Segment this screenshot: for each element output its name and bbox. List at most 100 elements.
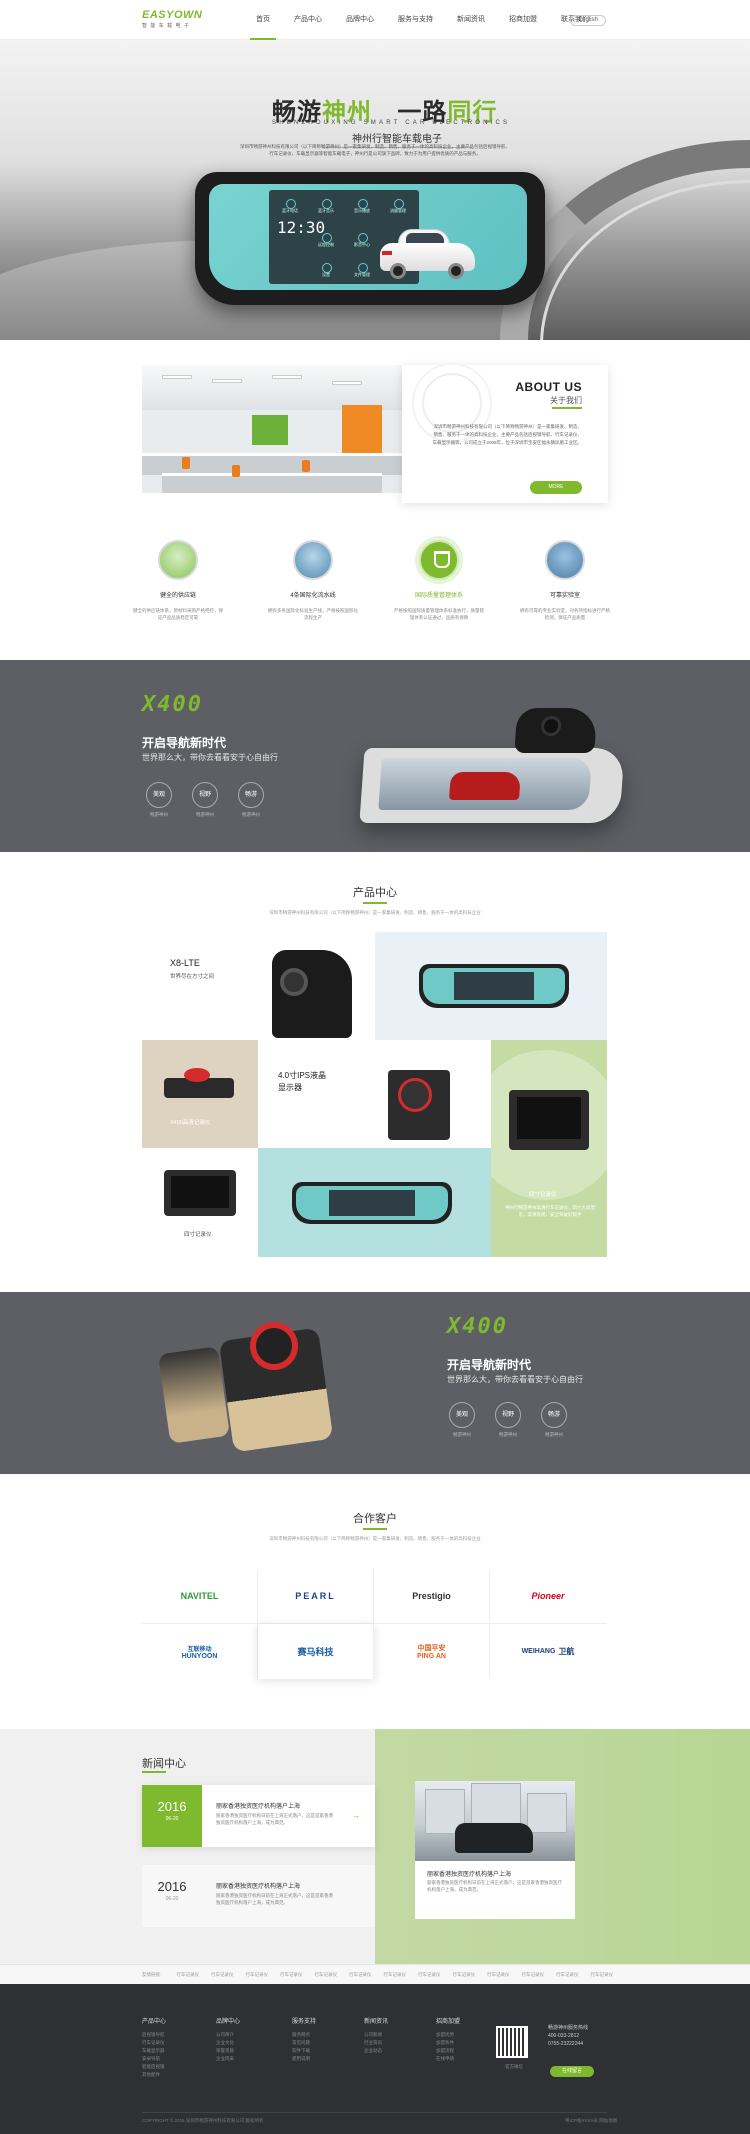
- partner-logo-saima[interactable]: 赛马科技: [258, 1624, 374, 1679]
- footer-link[interactable]: 公司简介: [216, 2031, 240, 2039]
- title-divider: [363, 902, 387, 904]
- mirror-device: 12:30 蓝牙电话 蓝牙音乐 音乐播放 流量管理 远程控制 影音中心 设置 文…: [195, 172, 545, 305]
- qr-caption: 官方微信: [505, 2064, 523, 2069]
- weihang-en: WEIHANG: [521, 1648, 556, 1655]
- logo[interactable]: EASYOWN 智 能 车 载 电 子: [142, 9, 202, 35]
- partner-logo-navitel[interactable]: NAVITEL: [142, 1569, 258, 1624]
- arrow-right-icon[interactable]: →: [352, 1811, 360, 1820]
- partner-logo-weihang[interactable]: WEIHANG 卫航: [490, 1624, 606, 1679]
- nav-franchise[interactable]: 招商加盟: [497, 0, 549, 40]
- nav-news[interactable]: 新闻资讯: [445, 0, 497, 40]
- news-item[interactable]: 2016 06-20 丽家香港独资医疗机构落户上海 丽家香港独资医疗机构日前在上…: [142, 1785, 375, 1847]
- feature-circle-travel[interactable]: 畅游: [238, 782, 264, 808]
- friend-link[interactable]: 行车记录仪: [418, 1972, 441, 1978]
- news-desc: 丽家香港独资医疗机构日前在上海正式落户，这是首家香港独资医疗机构落户上海，成为典…: [216, 1893, 333, 1905]
- footer-link[interactable]: 在线申请: [436, 2055, 460, 2063]
- partner-logo-pioneer[interactable]: Pioneer: [490, 1569, 606, 1624]
- product-card-ips-display[interactable]: 4.0寸IPS液晶 显示器: [258, 1040, 491, 1148]
- footer-link[interactable]: 车载显示器: [142, 2047, 166, 2055]
- news-desc: 丽家香港独资医疗机构日前在上海正式落户，这是首家香港独资医疗机构落户上海，成为典…: [216, 1813, 333, 1825]
- mirror-screen: 12:30 蓝牙电话 蓝牙音乐 音乐播放 流量管理 远程控制 影音中心 设置 文…: [209, 184, 527, 290]
- footer-link[interactable]: 公司新闻: [364, 2031, 388, 2039]
- feature-title: 健全的供应链: [159, 593, 196, 599]
- news-feature-card[interactable]: 丽家香港独资医疗机构落户上海 丽家香港独资医疗机构日前在上海正式落户，这是首家香…: [415, 1781, 575, 1919]
- footer-right-links[interactable]: 粤ICP备XXXX号 网站地图: [565, 2118, 617, 2124]
- friend-link[interactable]: 行车记录仪: [211, 1972, 234, 1978]
- nav-home[interactable]: 首页: [244, 0, 282, 40]
- friend-link[interactable]: 行车记录仪: [522, 1972, 545, 1978]
- language-button[interactable]: English: [570, 15, 606, 26]
- feature-circle-view[interactable]: 视野: [495, 1402, 521, 1428]
- product-card-4inch-recorder[interactable]: 四寸记录仪 神州行畅游神州高清行车记录仪，四寸大屏显示，高清夜视，安全驾驶好帮手: [491, 1040, 607, 1257]
- friend-link[interactable]: 行车记录仪: [384, 1972, 407, 1978]
- online-message-button[interactable]: 在线留言: [550, 2066, 594, 2077]
- footer-link[interactable]: 行车记录仪: [142, 2039, 166, 2047]
- production-line-icon: [293, 540, 333, 580]
- feature-circle-travel[interactable]: 畅游: [541, 1402, 567, 1428]
- friend-link[interactable]: 行车记录仪: [349, 1972, 372, 1978]
- product-card-x8lte[interactable]: X8-LTE 世界尽在方寸之间: [142, 932, 375, 1040]
- footer-col-news: 新闻资讯 公司新闻 行业资讯 企业动态: [364, 2016, 388, 2055]
- friend-link[interactable]: 行车记录仪: [177, 1972, 200, 1978]
- recorder-small-image: [158, 1346, 230, 1444]
- footer-link[interactable]: 后视镜导航: [142, 2031, 166, 2039]
- footer-link[interactable]: 软件下载: [292, 2047, 316, 2055]
- friend-link[interactable]: 行车记录仪: [315, 1972, 338, 1978]
- news-item[interactable]: 2016 06-20 丽家香港独资医疗机构落户上海 丽家香港独资医疗机构日前在上…: [142, 1865, 375, 1927]
- nav-brand[interactable]: 品牌中心: [334, 0, 386, 40]
- product-card-4inch-dvr[interactable]: 四寸记录仪: [142, 1148, 258, 1257]
- footer-link[interactable]: 荣誉资质: [216, 2047, 240, 2055]
- news-year: 2016: [157, 1879, 187, 1894]
- phone-2: 0755-23222244: [548, 2041, 584, 2047]
- feature-circle-beauty[interactable]: 美观: [449, 1402, 475, 1428]
- trophy-icon: [419, 540, 459, 580]
- feature-desc: 严格按照国际质量管理体系标准执行，质量管理体系认证通过，品质有保障: [394, 608, 484, 620]
- friend-link[interactable]: 行车记录仪: [487, 1972, 510, 1978]
- feature-circle-beauty[interactable]: 美观: [146, 782, 172, 808]
- footer-link[interactable]: 加盟流程: [436, 2047, 460, 2055]
- partner-logo-pearl[interactable]: PEARL: [258, 1569, 374, 1624]
- partner-logo-hunyoon[interactable]: 互联移动 HUNYOON: [142, 1624, 258, 1679]
- product-card-mirror-nav[interactable]: [258, 1148, 491, 1257]
- footer-link[interactable]: 行业资讯: [364, 2039, 388, 2047]
- tile-music: 音乐播放: [349, 196, 375, 214]
- footer-link[interactable]: 企业文化: [216, 2039, 240, 2047]
- laboratory-icon: [545, 540, 585, 580]
- footer-heading: 新闻资讯: [364, 2019, 389, 2025]
- partner-logo-pingan[interactable]: 中国平安 PING AN: [374, 1624, 490, 1679]
- product-card-x400-recorder[interactable]: X400高清记录仪: [142, 1040, 258, 1148]
- footer-link[interactable]: 企业风采: [216, 2055, 240, 2063]
- section-title: 产品中心: [353, 887, 397, 899]
- partner-logo-prestigio[interactable]: Prestigio: [374, 1569, 490, 1624]
- footer-link[interactable]: 智能后视镜: [142, 2063, 166, 2071]
- friend-link[interactable]: 行车记录仪: [246, 1972, 269, 1978]
- footer-heading: 服务支持: [292, 2019, 317, 2025]
- feature-circle-view[interactable]: 视野: [192, 782, 218, 808]
- news-title: 丽家香港独资医疗机构落户上海: [216, 1884, 301, 1890]
- friend-link[interactable]: 行车记录仪: [453, 1972, 476, 1978]
- nav-products[interactable]: 产品中心: [282, 0, 334, 40]
- product-name: X8-LTE: [170, 958, 200, 968]
- phone-1: 400-033-2812: [548, 2033, 580, 2039]
- footer-link[interactable]: 加盟优势: [436, 2031, 460, 2039]
- hero-banner: 畅游神州 一路同行 SHENZHOUXING SMART CAR ELECTRO…: [0, 40, 750, 340]
- office-image: [142, 365, 402, 493]
- news-date: 2016 06-20: [142, 1865, 202, 1927]
- tile-traffic: 流量管理: [385, 196, 411, 214]
- footer-link[interactable]: 其他配件: [142, 2071, 166, 2079]
- footer-link[interactable]: 服务网点: [292, 2031, 316, 2039]
- product-card-mirror[interactable]: [375, 932, 607, 1040]
- footer-heading: 产品中心: [142, 2019, 167, 2025]
- friend-link[interactable]: 行车记录仪: [280, 1972, 303, 1978]
- footer-heading: 品牌中心: [216, 2019, 241, 2025]
- friend-link[interactable]: 行车记录仪: [591, 1972, 614, 1978]
- footer-link[interactable]: 加盟条件: [436, 2039, 460, 2047]
- footer-link[interactable]: 使用说明: [292, 2055, 316, 2063]
- friend-link[interactable]: 行车记录仪: [556, 1972, 579, 1978]
- band-heading: 开启导航新时代: [447, 1358, 532, 1372]
- nav-service[interactable]: 服务与支持: [386, 0, 445, 40]
- footer-link[interactable]: 企业动态: [364, 2047, 388, 2055]
- more-button[interactable]: MORE: [530, 481, 582, 494]
- footer-link[interactable]: 常见问题: [292, 2039, 316, 2047]
- footer-link[interactable]: 安卓导航: [142, 2055, 166, 2063]
